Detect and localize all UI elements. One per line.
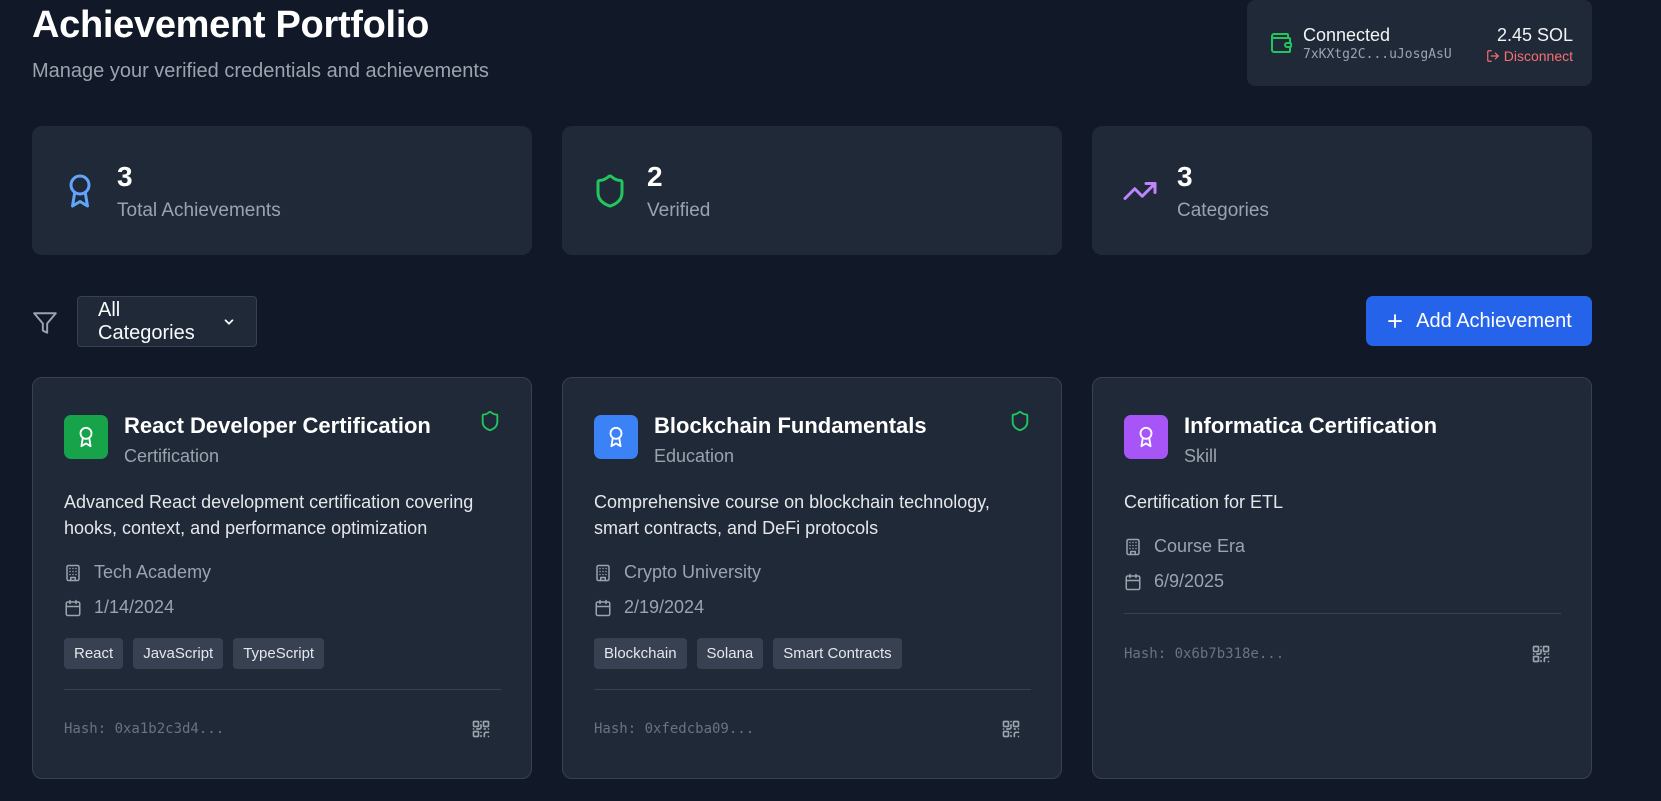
- wallet-icon: [1271, 33, 1292, 53]
- wallet-balance: 2.45 SOL: [1496, 25, 1573, 45]
- stat-label: Categories: [1177, 200, 1269, 221]
- building-icon: [596, 564, 610, 581]
- shield-icon: [596, 174, 624, 208]
- add-achievement-label: Add Achievement: [1416, 309, 1572, 332]
- calendar-icon: [65, 599, 81, 616]
- achievement-description: Comprehensive course on blockchain techn…: [594, 492, 990, 538]
- page-subtitle: Manage your verified credentials and ach…: [32, 60, 489, 82]
- achievement-date: 2/19/2024: [624, 597, 705, 617]
- qr-code-icon[interactable]: [1001, 719, 1021, 739]
- category-select-value: All Categories: [98, 298, 195, 344]
- issuer-row: Tech Academy: [64, 562, 211, 583]
- filter-icon: [33, 312, 57, 334]
- date-row: 1/14/2024: [64, 597, 174, 618]
- plus-icon: [1388, 314, 1403, 328]
- stat-card-categories: 3 Categories: [1092, 126, 1592, 255]
- trending-up-icon: [1123, 182, 1157, 200]
- qr-code-icon[interactable]: [1531, 644, 1551, 664]
- achievement-card[interactable]: Informatica Certification Skill Certific…: [1092, 377, 1592, 779]
- award-icon: [79, 426, 93, 448]
- stat-value: 2: [647, 161, 663, 192]
- achievement-description: Advanced React development certification…: [64, 492, 474, 538]
- achievement-hash: Hash: 0x6b7b318e...: [1124, 646, 1285, 662]
- add-achievement-button[interactable]: Add Achievement: [1366, 296, 1592, 346]
- achievement-badge: [1124, 415, 1168, 459]
- issuer-row: Course Era: [1124, 536, 1245, 557]
- tag: React: [64, 638, 124, 669]
- divider: [1124, 613, 1561, 614]
- achievement-title: Informatica Certification: [1184, 413, 1438, 438]
- achievement-card[interactable]: Blockchain Fundamentals Education Compre…: [562, 377, 1062, 779]
- achievement-date: 1/14/2024: [94, 597, 175, 617]
- calendar-icon: [1125, 573, 1141, 590]
- wallet-status: Connected: [1303, 25, 1391, 45]
- divider: [64, 689, 501, 690]
- date-row: 6/9/2025: [1124, 571, 1224, 592]
- award-icon: [609, 426, 623, 448]
- wallet-address: 7xKXtg2C...uJosgAsU: [1303, 47, 1452, 62]
- disconnect-label: Disconnect: [1503, 48, 1573, 64]
- qr-code-icon[interactable]: [471, 719, 491, 739]
- issuer-row: Crypto University: [594, 562, 761, 583]
- achievement-category: Education: [654, 446, 735, 466]
- issuer-name: Crypto University: [624, 562, 762, 582]
- disconnect-button[interactable]: Disconnect: [1486, 48, 1573, 64]
- award-icon: [1139, 426, 1153, 448]
- issuer-name: Course Era: [1154, 536, 1246, 556]
- achievement-title: Blockchain Fundamentals: [654, 413, 927, 438]
- logout-icon: [1486, 50, 1499, 62]
- tag: Blockchain: [594, 638, 687, 669]
- stat-label: Total Achievements: [117, 200, 281, 221]
- achievement-card[interactable]: React Developer Certification Certificat…: [32, 377, 532, 779]
- stat-label: Verified: [647, 200, 711, 221]
- achievement-hash: Hash: 0xfedcba09...: [594, 721, 755, 737]
- award-icon: [69, 174, 91, 208]
- building-icon: [66, 564, 80, 581]
- stat-value: 3: [1177, 161, 1193, 192]
- page-title: Achievement Portfolio: [32, 4, 429, 46]
- chevron-down-icon: [224, 318, 234, 325]
- stat-card-verified: 2 Verified: [562, 126, 1062, 255]
- stat-card-total: 3 Total Achievements: [32, 126, 532, 255]
- tag-list: React JavaScript TypeScript: [64, 638, 325, 669]
- wallet-panel: Connected 7xKXtg2C...uJosgAsU 2.45 SOL D…: [1247, 0, 1592, 86]
- achievement-date: 6/9/2025: [1154, 571, 1225, 591]
- achievement-description: Certification for ETL: [1124, 492, 1284, 512]
- achievement-badge: [64, 415, 108, 459]
- tag: Smart Contracts: [773, 638, 902, 669]
- tag: Solana: [696, 638, 764, 669]
- achievement-title: React Developer Certification: [124, 413, 431, 438]
- stat-value: 3: [117, 161, 133, 192]
- category-select[interactable]: All Categories: [77, 296, 257, 347]
- achievement-badge: [594, 415, 638, 459]
- tag: JavaScript: [133, 638, 224, 669]
- achievement-category: Certification: [124, 446, 220, 466]
- date-row: 2/19/2024: [594, 597, 704, 618]
- verified-shield-icon: [1011, 410, 1029, 432]
- building-icon: [1126, 538, 1140, 555]
- tag-list: Blockchain Solana Smart Contracts: [594, 638, 902, 669]
- verified-shield-icon: [481, 410, 499, 432]
- calendar-icon: [595, 599, 611, 616]
- tag: TypeScript: [233, 638, 325, 669]
- achievement-category: Skill: [1184, 446, 1218, 466]
- issuer-name: Tech Academy: [94, 562, 212, 582]
- achievement-hash: Hash: 0xa1b2c3d4...: [64, 721, 225, 737]
- divider: [594, 689, 1031, 690]
